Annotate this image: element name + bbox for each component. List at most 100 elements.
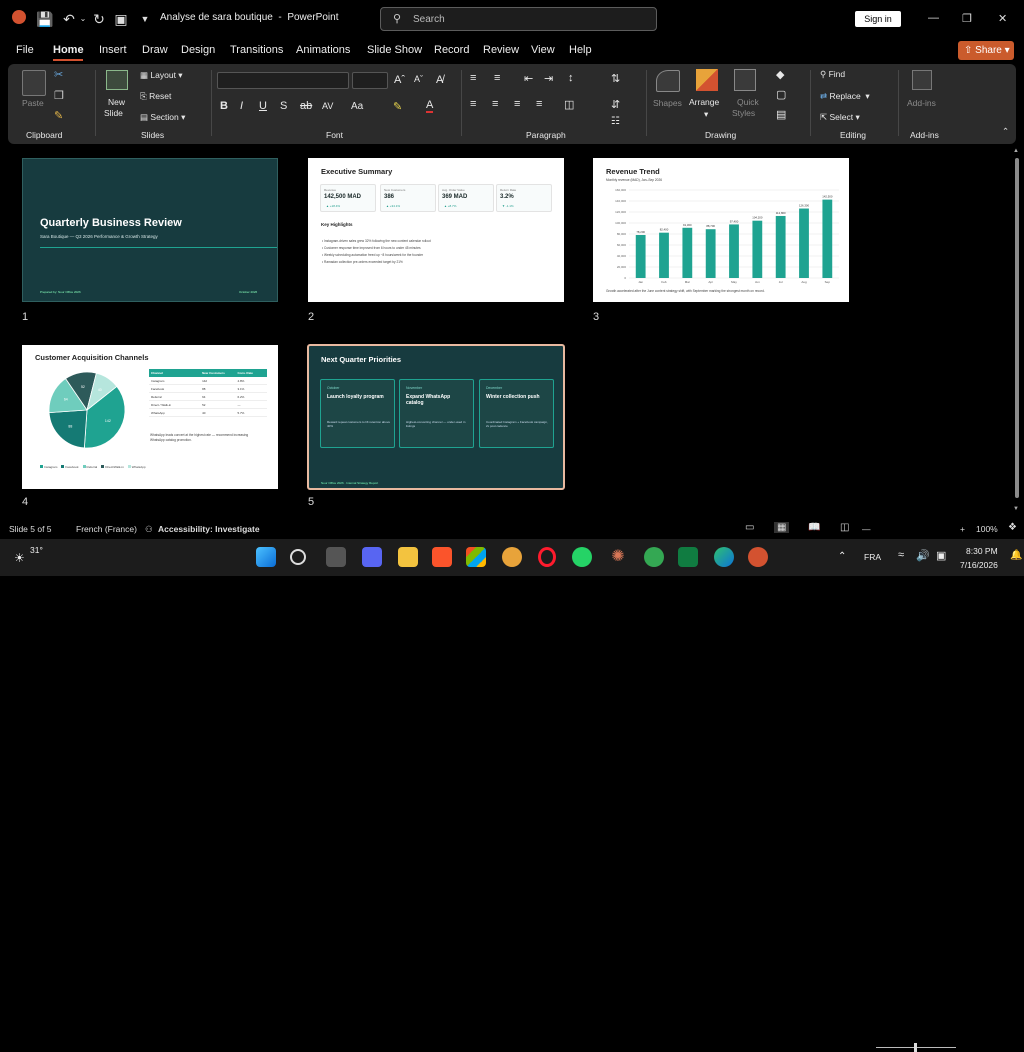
scroll-thumb[interactable] bbox=[1015, 158, 1019, 498]
weather-temp[interactable]: 31° bbox=[30, 545, 43, 555]
quick-styles-icon[interactable] bbox=[734, 69, 756, 91]
presenter-icon[interactable]: ▣ bbox=[112, 10, 130, 28]
show-hidden-icons[interactable]: ⌃ bbox=[838, 551, 846, 562]
arrange-label[interactable]: Arrange bbox=[689, 97, 719, 107]
accessibility-icon[interactable]: ⚇ bbox=[145, 524, 153, 535]
task-view-icon[interactable] bbox=[326, 547, 346, 567]
powerpoint-taskbar-icon[interactable] bbox=[748, 547, 768, 567]
italic-icon[interactable]: I bbox=[240, 100, 243, 112]
copy-icon[interactable]: ❐ bbox=[54, 89, 64, 102]
shadow-icon[interactable]: S bbox=[280, 100, 287, 112]
input-language[interactable]: FRA bbox=[864, 552, 881, 562]
shapes-icon[interactable] bbox=[656, 70, 680, 92]
font-color-icon[interactable]: A bbox=[426, 99, 434, 113]
character-spacing-icon[interactable]: AV bbox=[322, 101, 333, 111]
minimize-icon[interactable]: — bbox=[928, 12, 939, 24]
volume-icon[interactable]: 🔊 bbox=[916, 549, 930, 562]
shape-effects-icon[interactable]: ▤ bbox=[776, 108, 786, 121]
new-slide-label-1[interactable]: New bbox=[108, 97, 125, 107]
change-case-icon[interactable]: Aa bbox=[351, 101, 363, 112]
find-button[interactable]: ⚲ Find bbox=[820, 69, 845, 80]
bold-icon[interactable]: B bbox=[220, 100, 228, 112]
customize-toolbar-icon[interactable]: ▼ bbox=[136, 10, 154, 28]
text-direction-icon[interactable]: ⇅ bbox=[611, 72, 620, 85]
notifications-icon[interactable]: 🔔 bbox=[1010, 550, 1022, 561]
file-explorer-icon[interactable] bbox=[398, 547, 418, 567]
chrome-profile-icon[interactable] bbox=[644, 547, 664, 567]
scroll-down-icon[interactable]: ▼ bbox=[1013, 506, 1019, 512]
normal-view-icon[interactable]: ▭ bbox=[745, 522, 754, 533]
select-button[interactable]: ⇱ Select ▾ bbox=[820, 112, 860, 123]
battery-icon[interactable]: ▣ bbox=[936, 549, 946, 562]
menu-record[interactable]: Record bbox=[434, 44, 469, 56]
layout-button[interactable]: ▦ Layout ▾ bbox=[140, 70, 183, 81]
increase-font-icon[interactable]: Aˆ bbox=[394, 74, 405, 86]
restore-icon[interactable]: ❐ bbox=[962, 12, 972, 25]
font-size-dropdown[interactable] bbox=[352, 72, 388, 89]
new-slide-label-2[interactable]: Slide bbox=[104, 108, 123, 118]
menu-view[interactable]: View bbox=[531, 44, 555, 56]
start-icon[interactable] bbox=[256, 547, 276, 567]
slide-sorter-view-icon[interactable]: ▦ bbox=[774, 522, 790, 533]
align-left-icon[interactable]: ≡ bbox=[470, 98, 476, 110]
arrange-dropdown-icon[interactable]: ▾ bbox=[704, 109, 708, 120]
collapse-ribbon-icon[interactable]: ⌃ bbox=[1002, 126, 1009, 137]
accessibility-status[interactable]: Accessibility: Investigate bbox=[158, 524, 260, 534]
arrange-icon[interactable] bbox=[696, 69, 718, 91]
smartart-icon[interactable]: ☷ bbox=[611, 116, 620, 127]
menu-design[interactable]: Design bbox=[181, 44, 215, 56]
columns-icon[interactable]: ◫ bbox=[564, 98, 574, 111]
search-taskbar-icon[interactable] bbox=[290, 549, 306, 565]
align-text-icon[interactable]: ⇵ bbox=[611, 98, 620, 111]
add-ins-icon[interactable] bbox=[912, 70, 932, 90]
paste-label[interactable]: Paste bbox=[22, 98, 44, 108]
justify-icon[interactable]: ≡ bbox=[536, 98, 542, 110]
replace-button[interactable]: ⇄ Replace ▾ bbox=[820, 91, 870, 102]
menu-animations[interactable]: Animations bbox=[296, 44, 350, 56]
opera-icon[interactable] bbox=[538, 547, 556, 567]
clock-time[interactable]: 8:30 PM bbox=[966, 546, 998, 556]
slide-thumbnail-1[interactable]: Quarterly Business Review Sara Boutique … bbox=[22, 158, 278, 302]
slide-thumbnail-2[interactable]: Executive Summary Revenue 142,500 MAD ▲ +1… bbox=[308, 158, 564, 302]
close-icon[interactable]: ✕ bbox=[998, 12, 1007, 25]
excel-icon[interactable] bbox=[678, 547, 698, 567]
vertical-scrollbar[interactable]: ▲ ▼ bbox=[1012, 148, 1022, 518]
redo-icon[interactable]: ↻ bbox=[90, 10, 108, 28]
menu-insert[interactable]: Insert bbox=[99, 44, 127, 56]
slide-show-view-icon[interactable]: ◫ bbox=[840, 522, 849, 533]
save-icon[interactable]: 💾 bbox=[36, 10, 54, 28]
store-icon[interactable] bbox=[466, 547, 486, 567]
menu-draw[interactable]: Draw bbox=[142, 44, 168, 56]
section-button[interactable]: ▤ Section ▾ bbox=[140, 112, 185, 123]
whatsapp-icon[interactable] bbox=[572, 547, 592, 567]
center-icon[interactable]: ≡ bbox=[492, 98, 498, 110]
clock-date[interactable]: 7/16/2026 bbox=[960, 560, 998, 570]
paste-icon[interactable] bbox=[22, 70, 46, 96]
menu-file[interactable]: File bbox=[16, 44, 34, 56]
increase-indent-icon[interactable]: ⇥ bbox=[544, 72, 553, 85]
menu-review[interactable]: Review bbox=[483, 44, 519, 56]
quick-styles-label-1[interactable]: Quick bbox=[737, 97, 759, 107]
cut-icon[interactable]: ✂ bbox=[54, 68, 63, 81]
menu-transitions[interactable]: Transitions bbox=[230, 44, 283, 56]
shape-outline-icon[interactable]: ▢ bbox=[776, 88, 786, 101]
line-spacing-icon[interactable]: ↕ bbox=[568, 72, 574, 84]
add-ins-label[interactable]: Add-ins bbox=[907, 98, 936, 108]
menu-home[interactable]: Home bbox=[53, 44, 84, 56]
claude-icon[interactable]: ✺ bbox=[608, 547, 628, 567]
quick-styles-label-2[interactable]: Styles bbox=[732, 108, 755, 118]
reset-button[interactable]: ⎘ Reset bbox=[140, 91, 171, 102]
zoom-in-icon[interactable]: + bbox=[960, 524, 965, 534]
align-right-icon[interactable]: ≡ bbox=[514, 98, 520, 110]
language-indicator[interactable]: French (France) bbox=[76, 524, 137, 534]
wifi-icon[interactable]: ≈ bbox=[898, 549, 904, 561]
slide-thumbnail-4[interactable]: Customer Acquisition Channels 142 88 64 52 4… bbox=[22, 345, 278, 489]
shape-fill-icon[interactable]: ◆ bbox=[776, 68, 784, 81]
highlight-icon[interactable]: ✎ bbox=[393, 100, 402, 113]
format-painter-icon[interactable]: ✎ bbox=[54, 109, 63, 122]
edge-icon[interactable] bbox=[714, 547, 734, 567]
sign-in-button[interactable]: Sign in bbox=[855, 11, 901, 27]
zoom-out-icon[interactable]: — bbox=[862, 524, 871, 534]
decrease-font-icon[interactable]: Aˇ bbox=[414, 74, 423, 84]
search-box[interactable]: ⚲ Search bbox=[380, 7, 657, 31]
